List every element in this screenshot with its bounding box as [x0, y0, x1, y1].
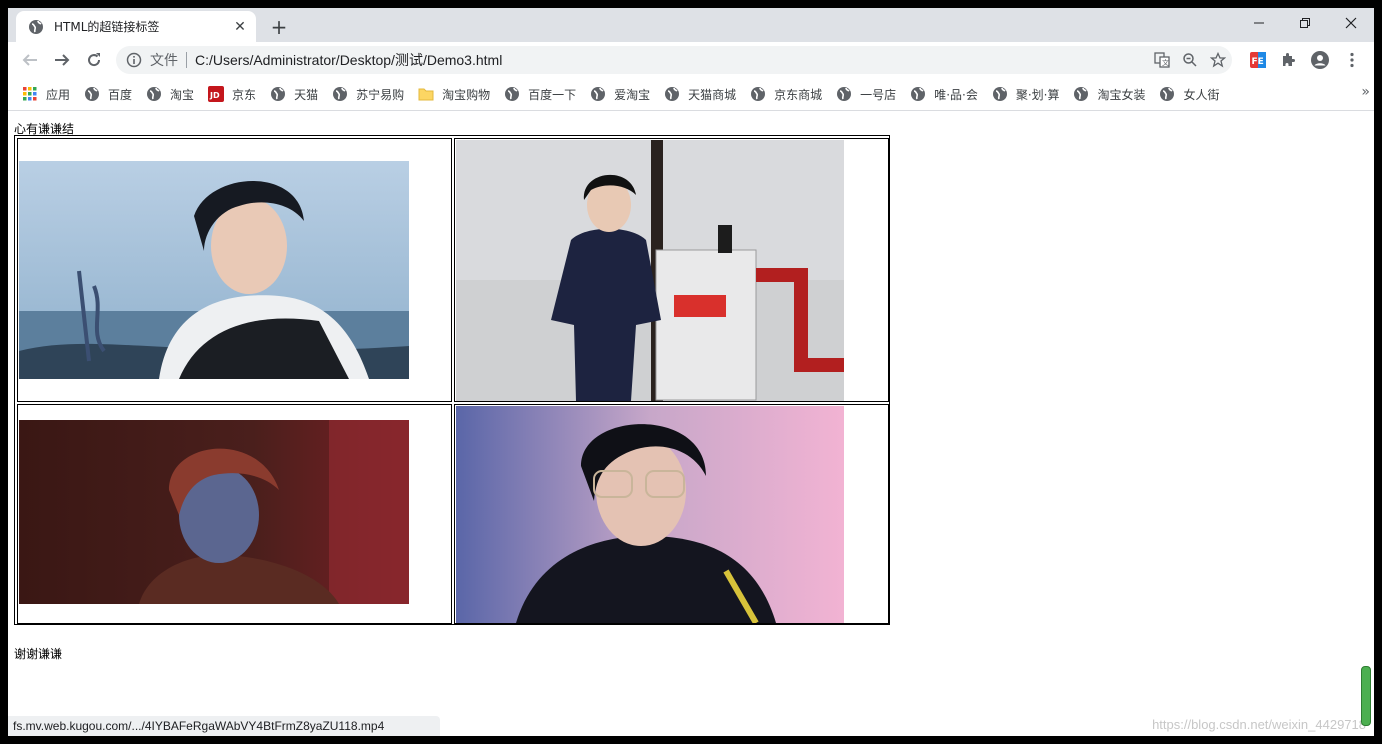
bookmark-item[interactable]: 天猫商城 — [658, 82, 744, 106]
divider — [186, 52, 187, 68]
bookmark-item[interactable]: 聚·划·算 — [986, 82, 1068, 106]
bookmark-item[interactable]: 百度一下 — [498, 82, 584, 106]
browser-window: HTML的超链接标签 ✕ + 文件 C:/Users/Administrator… — [8, 8, 1374, 736]
bookmark-label: 淘宝 — [170, 87, 195, 102]
bookmark-item[interactable]: 苏宁易购 — [326, 82, 412, 106]
fe-extension-icon[interactable]: FE — [1246, 48, 1270, 72]
reload-button[interactable] — [80, 46, 108, 74]
status-bar: fs.mv.web.kugou.com/.../4IYBAFeRgaWAbVY4… — [8, 716, 441, 736]
bookmark-item[interactable]: 淘宝购物 — [412, 82, 498, 106]
close-window-button[interactable] — [1328, 8, 1374, 38]
scrollbar-thumb[interactable] — [1361, 666, 1371, 726]
watermark-text: https://blog.csdn.net/weixin_4429718 — [1152, 717, 1366, 732]
new-tab-button[interactable]: + — [266, 14, 292, 40]
tab-title: HTML的超链接标签 — [54, 20, 160, 34]
bookmark-label: 应用 — [46, 87, 71, 102]
info-icon[interactable] — [126, 52, 142, 68]
bookmark-label: 百度一下 — [528, 87, 577, 102]
bookmark-item[interactable]: 京东商城 — [744, 82, 830, 106]
bookmark-item[interactable]: 一号店 — [830, 82, 904, 106]
bookmarks-overflow-icon[interactable]: » — [1361, 84, 1370, 100]
globe-icon — [332, 86, 348, 102]
profile-avatar-icon[interactable] — [1308, 48, 1332, 72]
active-tab[interactable]: HTML的超链接标签 ✕ — [16, 11, 256, 42]
globe-icon — [146, 86, 162, 102]
tab-strip: HTML的超链接标签 ✕ + — [8, 8, 1374, 42]
bookmark-label: 淘宝女装 — [1097, 87, 1146, 102]
table-cell — [17, 404, 452, 624]
footer-text: 谢谢谦谦 — [14, 647, 63, 661]
tab-close-icon[interactable]: ✕ — [230, 17, 250, 37]
svg-text:JD: JD — [209, 91, 220, 100]
address-bar[interactable]: 文件 C:/Users/Administrator/Desktop/测试/Dem… — [116, 46, 1232, 74]
bookmark-item[interactable]: 爱淘宝 — [584, 82, 658, 106]
globe-icon — [504, 86, 520, 102]
globe-icon — [84, 86, 100, 102]
bookmark-label: 爱淘宝 — [614, 87, 651, 102]
bookmark-item[interactable]: 百度 — [78, 82, 140, 106]
bookmark-label: 唯·品·会 — [934, 87, 978, 102]
photo-3-image[interactable] — [19, 420, 409, 604]
bookmark-item[interactable]: 天猫 — [264, 82, 326, 106]
table-cell — [17, 138, 452, 402]
bookmark-label: 一号店 — [860, 87, 897, 102]
folder-icon — [418, 86, 434, 102]
globe-icon — [750, 86, 766, 102]
photo-4-image[interactable] — [456, 406, 844, 623]
bookmark-item[interactable]: 女人街 — [1153, 82, 1227, 106]
table-cell — [454, 404, 889, 624]
extensions-puzzle-icon[interactable] — [1276, 48, 1300, 72]
menu-kebab-icon[interactable] — [1340, 48, 1364, 72]
photo-2-image[interactable] — [456, 140, 844, 401]
bookmark-item[interactable]: 应用 — [16, 82, 78, 106]
globe-icon — [1073, 86, 1089, 102]
globe-icon — [270, 86, 286, 102]
photo-table — [14, 135, 890, 625]
bookmark-star-icon[interactable] — [1204, 46, 1232, 74]
bookmark-label: 京东 — [232, 87, 257, 102]
restore-button[interactable] — [1282, 8, 1328, 38]
zoom-icon[interactable] — [1176, 46, 1204, 74]
table-cell — [454, 138, 889, 402]
scheme-label: 文件 — [150, 53, 178, 69]
page-content: 心有谦谦结 谢谢谦谦 fs.mv.web.kugou.com/.../4IYBA… — [8, 111, 1374, 736]
bookmark-item[interactable]: JD 京东 — [202, 82, 264, 106]
bookmark-label: 聚·划·算 — [1015, 87, 1060, 102]
bookmark-item[interactable]: 唯·品·会 — [904, 82, 986, 106]
globe-icon — [992, 86, 1008, 102]
globe-icon — [910, 86, 926, 102]
forward-button[interactable] — [48, 46, 76, 74]
fe-badge-text: FE — [1252, 57, 1264, 67]
back-button[interactable] — [16, 46, 44, 74]
bookmark-label: 天猫 — [294, 87, 319, 102]
bookmarks-bar: 应用 百度 淘宝 JD 京东 天猫 苏宁易购 淘宝购物 百度一下 爱淘宝 天猫商城 京东商城 一号店 唯·… — [8, 78, 1374, 111]
globe-icon — [836, 86, 852, 102]
bookmark-label: 京东商城 — [774, 87, 823, 102]
url-text[interactable]: C:/Users/Administrator/Desktop/测试/Demo3.… — [195, 50, 1148, 70]
toolbar: 文件 C:/Users/Administrator/Desktop/测试/Dem… — [8, 42, 1374, 78]
svg-text:文: 文 — [1162, 58, 1169, 67]
globe-icon — [1159, 86, 1175, 102]
globe-icon — [28, 19, 44, 35]
bookmark-label: 苏宁易购 — [356, 87, 405, 102]
bookmark-label: 淘宝购物 — [442, 87, 491, 102]
photo-1-image[interactable] — [19, 161, 409, 379]
globe-icon — [590, 86, 606, 102]
bookmark-item[interactable]: 淘宝 — [140, 82, 202, 106]
bookmark-label: 天猫商城 — [688, 87, 737, 102]
bookmark-label: 女人街 — [1183, 87, 1220, 102]
jd-icon: JD — [208, 86, 225, 102]
translate-icon[interactable]: 文 — [1148, 46, 1176, 74]
apps-grid-icon — [22, 86, 38, 102]
bookmark-label: 百度 — [108, 87, 133, 102]
globe-icon — [664, 86, 680, 102]
minimize-button[interactable] — [1236, 8, 1282, 38]
bookmark-item[interactable]: 淘宝女装 — [1067, 82, 1153, 106]
